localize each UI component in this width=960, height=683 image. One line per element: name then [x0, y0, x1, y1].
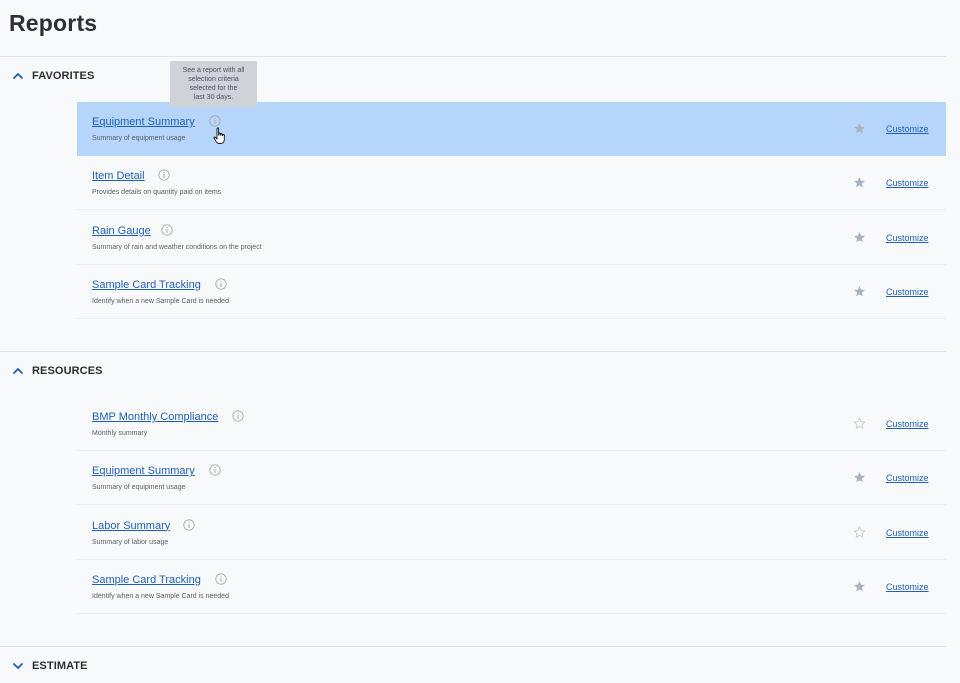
customize-link[interactable]: Customize — [886, 582, 929, 592]
report-row: Sample Card Tracking Identify when a new … — [77, 265, 946, 319]
report-description: Monthly summary — [92, 430, 148, 437]
info-icon[interactable] — [232, 410, 244, 422]
section-header-resources[interactable]: RESOURCES — [12, 361, 103, 381]
report-row: Equipment Summary Summary of equipment us… — [77, 451, 946, 506]
star-filled-icon[interactable] — [853, 122, 866, 135]
customize-link[interactable]: Customize — [886, 419, 929, 429]
tooltip-line: See a report with all — [182, 67, 245, 74]
report-name-link[interactable]: Item Detail — [92, 170, 145, 182]
report-row: Sample Card Tracking Identify when a new … — [77, 560, 946, 614]
chevron-up-icon — [12, 365, 24, 377]
star-filled-icon[interactable] — [853, 471, 866, 484]
report-description: Summary of equipment usage — [92, 135, 186, 142]
star-filled-icon[interactable] — [853, 231, 866, 244]
info-icon[interactable] — [183, 518, 195, 531]
title-divider — [0, 56, 946, 57]
customize-link[interactable]: Customize — [886, 528, 929, 538]
star-filled-icon[interactable] — [853, 580, 866, 593]
report-name-link[interactable]: Rain Gauge — [92, 225, 151, 237]
info-icon[interactable] — [161, 223, 173, 236]
report-description: Identify when a new Sample Card is neede… — [92, 592, 229, 600]
section-divider — [0, 646, 946, 647]
info-icon[interactable] — [215, 278, 227, 290]
section-label: FAVORITES — [32, 70, 95, 82]
section-divider — [0, 351, 946, 352]
report-description: Identify when a new Sample Card is neede… — [92, 297, 229, 305]
report-row: Labor Summary Summary of labor usage Custo… — [77, 506, 946, 560]
section-label: RESOURCES — [32, 365, 103, 377]
report-name-link[interactable]: Sample Card Tracking — [92, 279, 201, 291]
customize-link[interactable]: Customize — [886, 473, 929, 483]
report-name-link[interactable]: Sample Card Tracking — [92, 574, 201, 586]
report-row: BMP Monthly Compliance Monthly summary Cus… — [77, 397, 946, 451]
info-icon[interactable] — [209, 115, 221, 127]
report-name-link[interactable]: Equipment Summary — [92, 465, 195, 477]
report-name-link[interactable]: Equipment Summary — [92, 116, 195, 128]
chevron-up-icon — [12, 70, 24, 82]
star-filled-icon[interactable] — [853, 285, 866, 298]
report-name-link[interactable]: Labor Summary — [92, 520, 170, 532]
report-row: Equipment Summary Summary of equipment us… — [77, 102, 946, 156]
section-header-estimate[interactable]: ESTIMATE — [12, 656, 88, 676]
report-row: Item Detail Provides details on quantity … — [77, 156, 946, 211]
info-icon[interactable] — [215, 573, 227, 585]
customize-link[interactable]: Customize — [886, 233, 929, 243]
report-description: Summary of equipment usage — [92, 484, 186, 492]
star-filled-icon[interactable] — [853, 176, 866, 189]
hand-pointer-icon — [213, 127, 227, 145]
tooltip-line: last 30 days. — [193, 94, 234, 101]
tooltip-line: selected for the — [189, 85, 238, 92]
report-description: Summary of labor usage — [92, 538, 169, 546]
report-description: Summary of rain and weather conditions o… — [92, 243, 262, 251]
info-icon[interactable] — [209, 464, 221, 476]
page-title: Reports — [9, 10, 98, 36]
tooltip-line: selection criteria — [188, 76, 239, 83]
section-label: ESTIMATE — [32, 660, 88, 672]
report-name-link[interactable]: BMP Monthly Compliance — [92, 411, 218, 423]
chevron-down-icon — [12, 660, 24, 672]
star-outline-icon[interactable] — [853, 526, 866, 539]
customize-link[interactable]: Customize — [886, 178, 929, 188]
report-row: Rain Gauge Summary of rain and weather co… — [77, 211, 946, 265]
info-tooltip: See a report with all selection criteria… — [170, 61, 257, 107]
report-description: Provides details on quantity paid on ite… — [92, 189, 222, 197]
info-icon[interactable] — [158, 169, 170, 181]
section-header-favorites[interactable]: FAVORITES — [12, 66, 94, 86]
reports-page: Reports FAVORITES Equipment Summary Summa… — [0, 0, 960, 683]
star-outline-icon[interactable] — [853, 417, 866, 430]
customize-link[interactable]: Customize — [886, 124, 929, 134]
customize-link[interactable]: Customize — [886, 287, 929, 297]
